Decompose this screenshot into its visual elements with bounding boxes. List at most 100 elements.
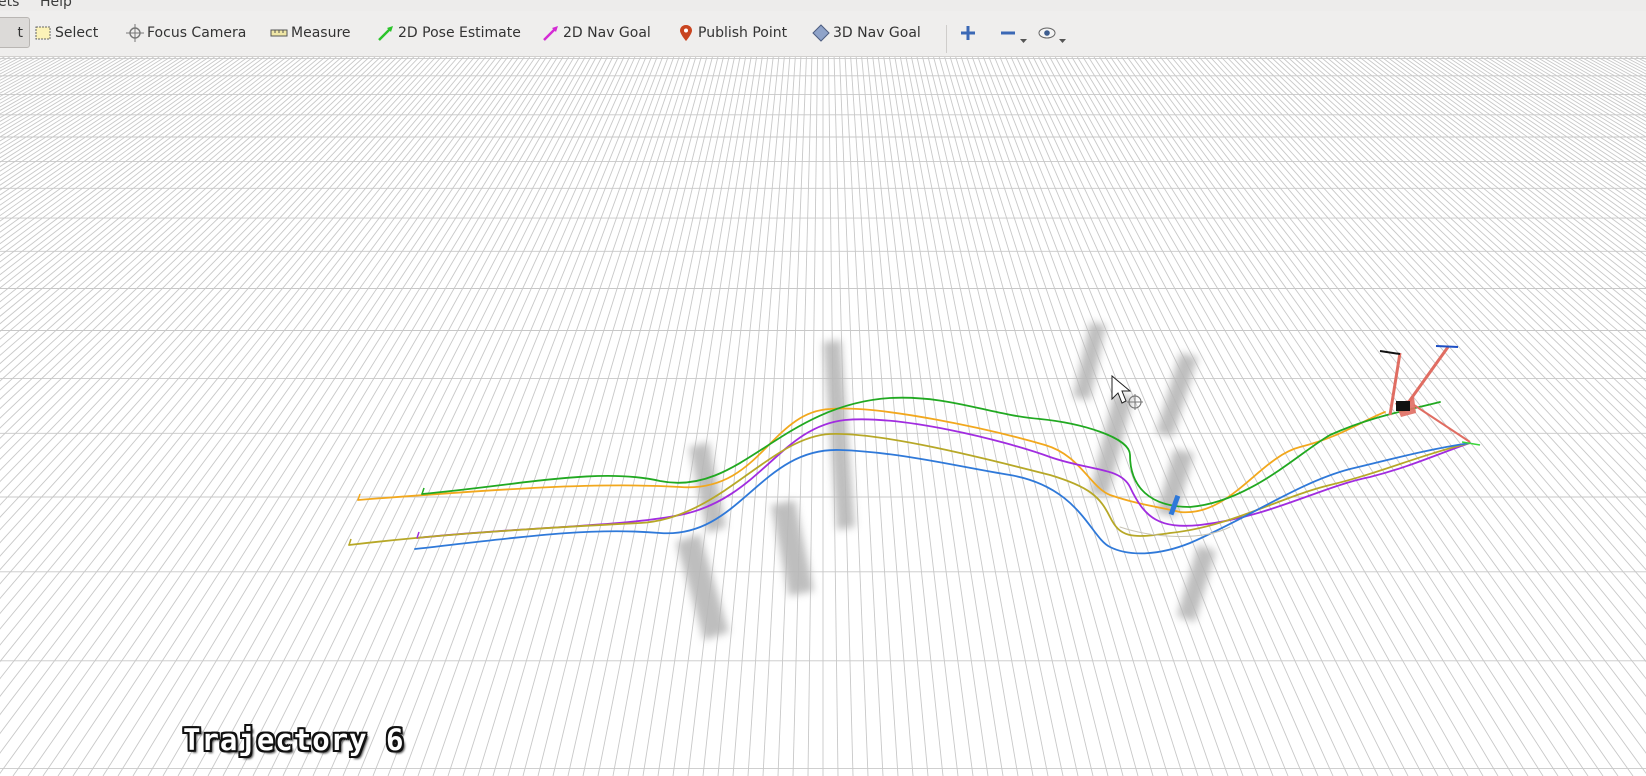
grid-line bbox=[117, 57, 564, 776]
focus-camera-tool-label: Focus Camera bbox=[147, 24, 247, 41]
interact-tool[interactable]: t bbox=[0, 17, 30, 48]
grid-line bbox=[1480, 57, 1646, 163]
toolbar-separator bbox=[946, 25, 947, 53]
grid-line bbox=[717, 57, 785, 776]
grid-line bbox=[102, 57, 558, 776]
select-tool[interactable]: Select bbox=[34, 17, 98, 48]
grid-line bbox=[1115, 57, 1619, 776]
grid-line bbox=[0, 57, 309, 310]
grid-line bbox=[237, 57, 608, 776]
3d-nav-goal-tool[interactable]: 3D Nav Goal bbox=[812, 17, 921, 48]
grid-line bbox=[1453, 57, 1646, 186]
grid-line bbox=[0, 57, 276, 269]
grid-line bbox=[597, 57, 741, 776]
grid-line bbox=[1016, 57, 1349, 776]
grid-line bbox=[1370, 57, 1646, 269]
grid-line bbox=[1243, 57, 1646, 460]
eye-icon bbox=[1038, 27, 1056, 38]
ground-grid bbox=[0, 57, 1646, 776]
publish-point-tool-label: Publish Point bbox=[698, 24, 788, 41]
grid-line bbox=[1386, 57, 1646, 251]
grid-line bbox=[850, 57, 899, 776]
focus-camera-tool[interactable]: Focus Camera bbox=[126, 17, 246, 48]
grid-line bbox=[42, 57, 536, 776]
grid-line bbox=[1525, 57, 1646, 130]
3d-viewport[interactable]: Trajectory 6 bbox=[0, 57, 1646, 776]
grid-line bbox=[0, 57, 177, 172]
grid-line bbox=[0, 57, 359, 382]
nav-goal-tool-label: 2D Nav Goal bbox=[563, 24, 651, 41]
obstacle bbox=[1177, 545, 1216, 622]
grid-line bbox=[1342, 57, 1646, 303]
trajectories bbox=[348, 396, 1471, 555]
robot-markers bbox=[348, 345, 1481, 546]
grid-line bbox=[432, 57, 680, 776]
grid-line bbox=[0, 57, 376, 410]
minus-icon bbox=[1001, 31, 1015, 34]
menu-item-objects[interactable]: ets bbox=[0, 0, 19, 10]
grid-line bbox=[0, 57, 403, 460]
grid-line bbox=[1038, 57, 1409, 776]
remove-tool-button[interactable] bbox=[999, 17, 1027, 48]
grid-line bbox=[87, 57, 553, 776]
grid-line bbox=[916, 57, 1079, 776]
diamond-icon bbox=[812, 23, 830, 42]
grid-line bbox=[0, 57, 459, 585]
dropdown-arrow-icon bbox=[1020, 39, 1027, 43]
obstacle bbox=[676, 534, 729, 640]
menu-item-help[interactable]: Help bbox=[40, 0, 72, 10]
trajectory-overlay-title: Trajectory 6 bbox=[183, 723, 405, 757]
grid-line bbox=[883, 57, 989, 776]
grid-line bbox=[0, 57, 171, 168]
grid-line bbox=[417, 57, 675, 776]
publish-point-tool[interactable]: Publish Point bbox=[677, 17, 787, 48]
measure-tool[interactable]: Measure bbox=[270, 17, 351, 48]
grid-line bbox=[567, 57, 730, 776]
robot-body bbox=[1396, 401, 1410, 411]
ruler-icon bbox=[270, 29, 288, 36]
grid-line bbox=[1469, 57, 1646, 172]
menu-bar: ets Help bbox=[0, 0, 1646, 11]
grid-line bbox=[1187, 57, 1646, 585]
grid-line bbox=[0, 57, 121, 130]
grid-line bbox=[282, 57, 625, 776]
green-arrow-icon bbox=[378, 25, 393, 41]
grid-line bbox=[372, 57, 658, 776]
grid-line bbox=[955, 57, 1184, 776]
visibility-button[interactable] bbox=[1038, 17, 1066, 48]
grid-line bbox=[0, 57, 193, 186]
nav-goal-tool[interactable]: 2D Nav Goal bbox=[542, 17, 651, 48]
add-tool-button[interactable] bbox=[959, 17, 980, 48]
select-icon bbox=[35, 26, 51, 39]
grid-line bbox=[642, 57, 758, 776]
grid-line bbox=[1420, 57, 1646, 217]
grid-line bbox=[905, 57, 1049, 776]
dropdown-arrow-icon bbox=[1059, 39, 1066, 43]
drone-marker bbox=[1435, 345, 1459, 348]
grid-line bbox=[612, 57, 747, 776]
grid-line bbox=[1270, 57, 1646, 410]
3d-nav-goal-tool-label: 3D Nav Goal bbox=[833, 24, 921, 41]
grid-line bbox=[1171, 57, 1646, 630]
pose-estimate-tool[interactable]: 2D Pose Estimate bbox=[377, 17, 521, 48]
grid-line bbox=[855, 57, 914, 776]
grid-line bbox=[0, 57, 320, 325]
map-pin-icon bbox=[680, 24, 692, 41]
trajectory-purple bbox=[416, 418, 1471, 539]
plus-icon bbox=[961, 25, 975, 40]
grid-line bbox=[1082, 57, 1529, 776]
3d-scene bbox=[0, 57, 1646, 776]
grid-line bbox=[866, 57, 944, 776]
grid-line bbox=[1287, 57, 1646, 382]
grid-line bbox=[888, 57, 1004, 776]
grid-line bbox=[1021, 57, 1364, 776]
measure-tool-label: Measure bbox=[291, 24, 351, 41]
grid-line bbox=[1032, 57, 1394, 776]
obstacle bbox=[1073, 322, 1106, 400]
grid-line bbox=[0, 57, 337, 348]
grid-line bbox=[1132, 57, 1646, 754]
grid-line bbox=[0, 57, 166, 163]
grid-line bbox=[552, 57, 724, 776]
grid-line bbox=[657, 57, 763, 776]
grid-line bbox=[687, 57, 774, 776]
